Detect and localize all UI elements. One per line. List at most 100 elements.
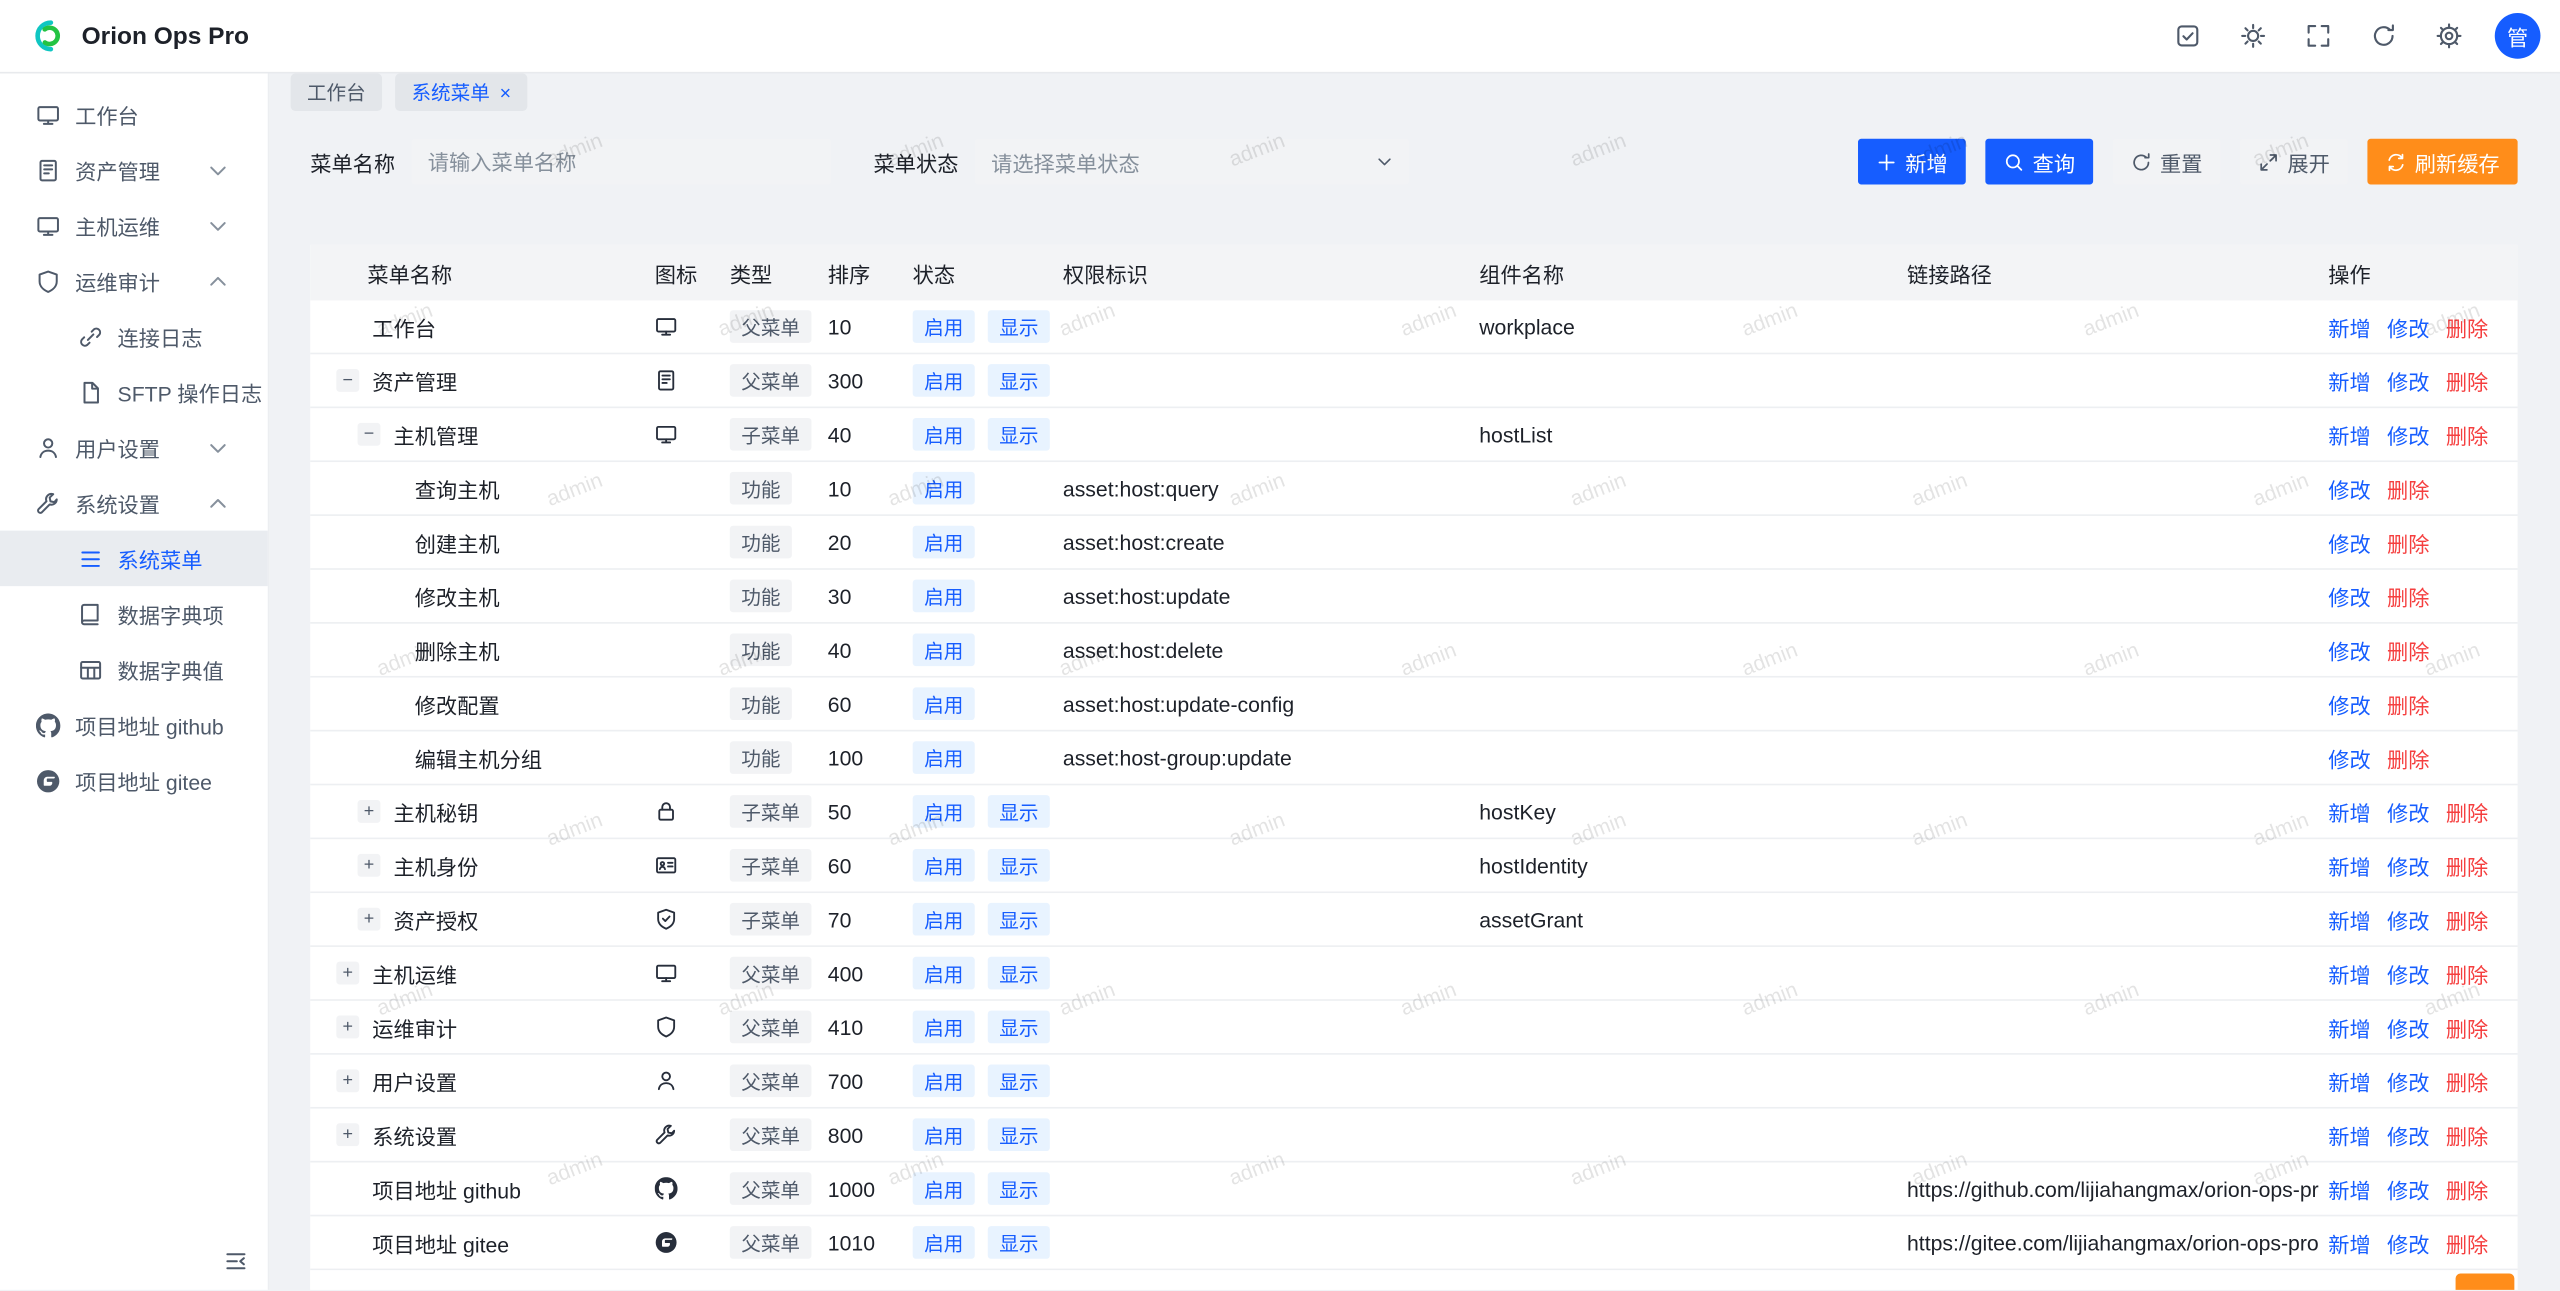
- add-op-link[interactable]: 新增: [2328, 1065, 2370, 1096]
- delete-op-link[interactable]: 删除: [2446, 365, 2488, 396]
- add-op-link[interactable]: 新增: [2328, 904, 2370, 935]
- delete-op-link[interactable]: 删除: [2446, 1065, 2488, 1096]
- add-op-link[interactable]: 新增: [2328, 958, 2370, 989]
- sidebar-item[interactable]: 系统设置: [0, 475, 268, 531]
- expand-row-icon[interactable]: +: [336, 1016, 359, 1039]
- delete-op-link[interactable]: 删除: [2387, 634, 2429, 665]
- delete-op-link[interactable]: 删除: [2446, 1011, 2488, 1042]
- menu-type-cell: 父菜单: [720, 300, 818, 352]
- menu-status-select[interactable]: 请选择菜单状态: [975, 139, 1409, 185]
- query-button[interactable]: 查询: [1985, 139, 2093, 185]
- menu-name: 主机管理: [393, 419, 478, 450]
- sidebar-item[interactable]: 运维审计: [0, 253, 268, 309]
- add-button[interactable]: 新增: [1858, 139, 1966, 185]
- gitee-icon: [655, 1231, 678, 1254]
- menu-name-cell: 编辑主机分组: [310, 731, 645, 783]
- status-tag: 启用: [913, 687, 975, 720]
- close-icon[interactable]: ×: [500, 81, 511, 104]
- add-op-link[interactable]: 新增: [2328, 1227, 2370, 1258]
- delete-op-link[interactable]: 删除: [2387, 473, 2429, 504]
- edit-op-link[interactable]: 修改: [2387, 958, 2429, 989]
- avatar[interactable]: 管: [2495, 13, 2541, 59]
- brand: Orion Ops Pro: [26, 15, 249, 57]
- sidebar-item[interactable]: 项目地址 github: [0, 697, 268, 753]
- sidebar-item[interactable]: 数据字典值: [0, 642, 268, 698]
- add-op-link[interactable]: 新增: [2328, 419, 2370, 450]
- delete-op-link[interactable]: 删除: [2387, 688, 2429, 719]
- sidebar-item[interactable]: 系统菜单: [0, 531, 268, 587]
- delete-op-link[interactable]: 删除: [2446, 958, 2488, 989]
- delete-op-link[interactable]: 删除: [2446, 311, 2488, 342]
- sidebar-item[interactable]: SFTP 操作日志: [0, 364, 268, 420]
- menu-name-input[interactable]: [411, 139, 831, 185]
- edit-op-link[interactable]: 修改: [2387, 419, 2429, 450]
- edit-op-link[interactable]: 修改: [2328, 634, 2370, 665]
- delete-op-link[interactable]: 删除: [2446, 1227, 2488, 1258]
- edit-op-link[interactable]: 修改: [2328, 742, 2370, 773]
- delete-op-link[interactable]: 删除: [2387, 742, 2429, 773]
- sidebar-item[interactable]: 工作台: [0, 87, 268, 143]
- edit-op-link[interactable]: 修改: [2387, 904, 2429, 935]
- expand-row-icon[interactable]: +: [336, 1069, 359, 1092]
- edit-op-link[interactable]: 修改: [2387, 311, 2429, 342]
- edit-op-link[interactable]: 修改: [2328, 688, 2370, 719]
- sidebar-item[interactable]: 连接日志: [0, 309, 268, 365]
- delete-op-link[interactable]: 删除: [2446, 904, 2488, 935]
- delete-op-link[interactable]: 删除: [2446, 796, 2488, 827]
- edit-op-link[interactable]: 修改: [2387, 1065, 2429, 1096]
- add-op-link[interactable]: 新增: [2328, 1011, 2370, 1042]
- sun-icon[interactable]: [2240, 23, 2266, 49]
- expand-row-icon[interactable]: +: [358, 854, 381, 877]
- sidebar-item[interactable]: 项目地址 gitee: [0, 753, 268, 809]
- edit-op-link[interactable]: 修改: [2387, 1173, 2429, 1204]
- partial-orange-element[interactable]: [2456, 1274, 2515, 1290]
- sidebar-item[interactable]: 用户设置: [0, 420, 268, 476]
- collapse-row-icon[interactable]: −: [358, 423, 381, 446]
- delete-op-link[interactable]: 删除: [2446, 850, 2488, 881]
- edit-op-link[interactable]: 修改: [2387, 796, 2429, 827]
- edit-op-link[interactable]: 修改: [2328, 580, 2370, 611]
- refresh-cache-button[interactable]: 刷新缓存: [2367, 139, 2517, 185]
- edit-op-link[interactable]: 修改: [2387, 1011, 2429, 1042]
- ops-cell: 修改删除: [2318, 462, 2514, 514]
- menu-icon-cell: [645, 516, 720, 568]
- reset-button[interactable]: 重置: [2113, 139, 2221, 185]
- delete-op-link[interactable]: 删除: [2387, 580, 2429, 611]
- expand-row-icon[interactable]: +: [358, 908, 381, 931]
- add-op-link[interactable]: 新增: [2328, 796, 2370, 827]
- gear-icon[interactable]: [2436, 23, 2462, 49]
- expand-row-icon[interactable]: +: [336, 962, 359, 985]
- delete-op-link[interactable]: 删除: [2446, 419, 2488, 450]
- tab-item[interactable]: 系统菜单×: [395, 73, 527, 111]
- sidebar-item[interactable]: 主机运维: [0, 198, 268, 254]
- check-square-icon[interactable]: [2175, 23, 2201, 49]
- delete-op-link[interactable]: 删除: [2446, 1119, 2488, 1150]
- edit-op-link[interactable]: 修改: [2328, 527, 2370, 558]
- edit-op-link[interactable]: 修改: [2387, 850, 2429, 881]
- expand-row-icon[interactable]: +: [336, 1123, 359, 1146]
- delete-op-link[interactable]: 删除: [2387, 527, 2429, 558]
- reload-icon[interactable]: [2371, 23, 2397, 49]
- add-op-link[interactable]: 新增: [2328, 1119, 2370, 1150]
- edit-op-link[interactable]: 修改: [2387, 1227, 2429, 1258]
- permission-cell: [1053, 839, 1469, 891]
- expand-row-icon[interactable]: +: [358, 800, 381, 823]
- column-header: 链接路径: [1897, 245, 2318, 301]
- collapse-row-icon[interactable]: −: [336, 369, 359, 392]
- fullscreen-icon[interactable]: [2305, 23, 2331, 49]
- sidebar-item[interactable]: 数据字典项: [0, 586, 268, 642]
- add-op-link[interactable]: 新增: [2328, 850, 2370, 881]
- expand-button[interactable]: 展开: [2240, 139, 2348, 185]
- menu-fold-icon[interactable]: [224, 1249, 248, 1273]
- document-icon: [36, 158, 60, 182]
- add-op-link[interactable]: 新增: [2328, 365, 2370, 396]
- edit-op-link[interactable]: 修改: [2387, 365, 2429, 396]
- edit-op-link[interactable]: 修改: [2328, 473, 2370, 504]
- delete-op-link[interactable]: 删除: [2446, 1173, 2488, 1204]
- edit-op-link[interactable]: 修改: [2387, 1119, 2429, 1150]
- add-op-link[interactable]: 新增: [2328, 311, 2370, 342]
- add-op-link[interactable]: 新增: [2328, 1173, 2370, 1204]
- tab-item[interactable]: 工作台: [291, 73, 382, 111]
- sidebar-item[interactable]: 资产管理: [0, 142, 268, 198]
- menu-name: 项目地址 github: [372, 1173, 521, 1204]
